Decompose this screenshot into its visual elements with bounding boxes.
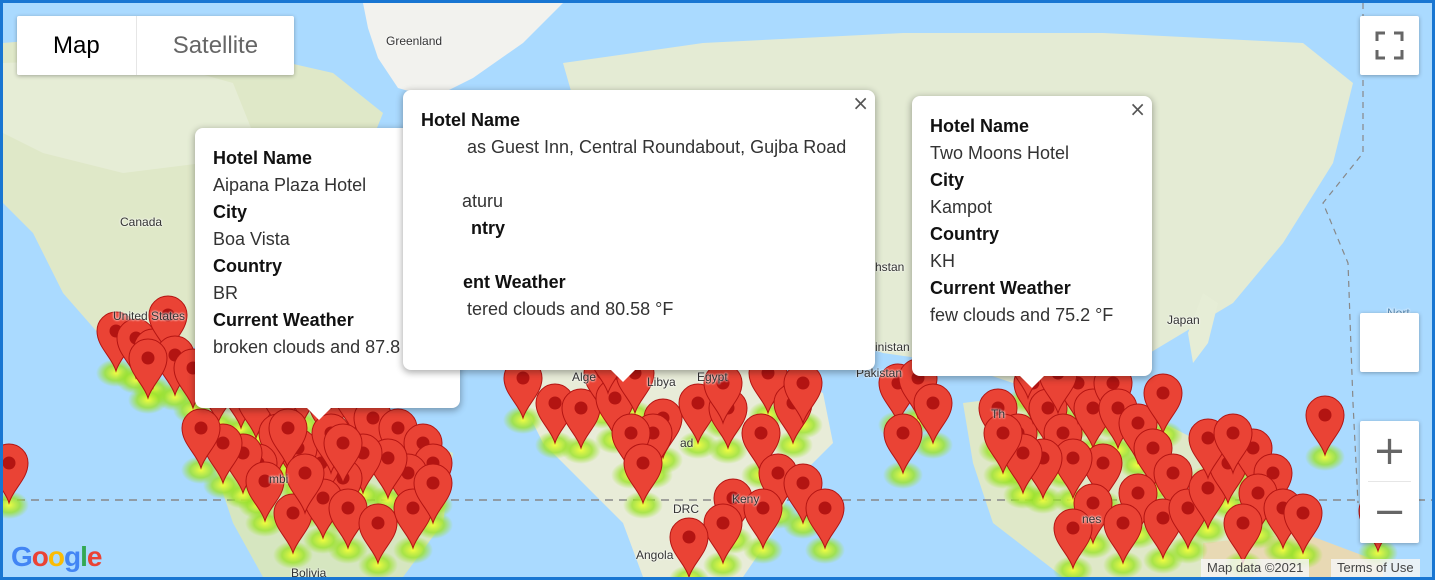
- popup-tail: [1020, 376, 1044, 388]
- label-colombia: mbi: [269, 472, 289, 486]
- weather-label: Current Weather: [930, 278, 1071, 298]
- hotel-name-label: Hotel Name: [930, 116, 1030, 136]
- city-label: City: [930, 170, 965, 190]
- weather-value: few clouds and 75.2 °F: [930, 305, 1114, 325]
- zoom-control: + −: [1360, 421, 1419, 543]
- label-drc: DRC: [673, 502, 699, 516]
- hotel-name-label: Hotel Name: [421, 110, 521, 130]
- label-afghanistan: hstan: [875, 260, 905, 274]
- city-value: aturu: [462, 191, 504, 211]
- label-united-states: United States: [113, 309, 186, 323]
- label-kenya: Keny: [732, 492, 760, 506]
- close-icon[interactable]: ×: [852, 90, 869, 117]
- label-chad: ad: [680, 436, 694, 450]
- terms-of-use-link[interactable]: Terms of Use: [1331, 559, 1420, 577]
- map-container[interactable]: Greenland Canada United States Alge Liby…: [0, 0, 1435, 580]
- label-canada: Canada: [120, 215, 163, 229]
- zoom-out-button[interactable]: −: [1360, 482, 1419, 542]
- fullscreen-icon: [1375, 31, 1404, 60]
- label-bolivia: Bolivia: [291, 566, 327, 580]
- hotel-name-value: Two Moons Hotel: [930, 143, 1070, 163]
- weather-value: tered clouds and 80.58 °F: [467, 299, 674, 319]
- street-view-pegman-button[interactable]: [1360, 313, 1419, 372]
- map-type-satellite-button[interactable]: Satellite: [135, 16, 295, 75]
- city-value: Kampot: [930, 197, 993, 217]
- popup-tail: [307, 408, 331, 420]
- close-icon[interactable]: ×: [1129, 96, 1146, 123]
- popup-tail: [611, 370, 635, 382]
- country-value: KH: [930, 251, 956, 271]
- google-logo: Google: [11, 541, 102, 572]
- label-algeria: Alge: [572, 370, 597, 384]
- country-label: ntry: [471, 218, 506, 238]
- map-type-map-button[interactable]: Map: [17, 16, 136, 75]
- label-thailand: Th: [991, 407, 1006, 421]
- hotel-name-value: as Guest Inn, Central Roundabout, Gujba …: [467, 137, 847, 157]
- info-window-damaturu: × Hotel Name as Guest Inn, Central Round…: [403, 90, 875, 382]
- fullscreen-button[interactable]: [1360, 16, 1419, 75]
- weather-label: ent Weather: [463, 272, 566, 292]
- label-greenland: Greenland: [386, 34, 443, 48]
- country-label: Country: [930, 224, 999, 244]
- label-egypt: Egypt: [697, 370, 728, 384]
- label-angola: Angola: [636, 548, 674, 562]
- zoom-in-button[interactable]: +: [1360, 421, 1419, 481]
- label-indonesia: nes: [1082, 512, 1102, 526]
- info-window-kampot: × Hotel Name Two Moons Hotel City Kampot…: [912, 96, 1152, 388]
- label-libya: Libya: [647, 375, 676, 389]
- label-turkmenistan: inistan: [875, 340, 910, 354]
- map-type-control: Map Satellite: [17, 16, 295, 75]
- map-data-attribution: Map data ©2021: [1201, 559, 1310, 577]
- label-japan: Japan: [1167, 313, 1200, 327]
